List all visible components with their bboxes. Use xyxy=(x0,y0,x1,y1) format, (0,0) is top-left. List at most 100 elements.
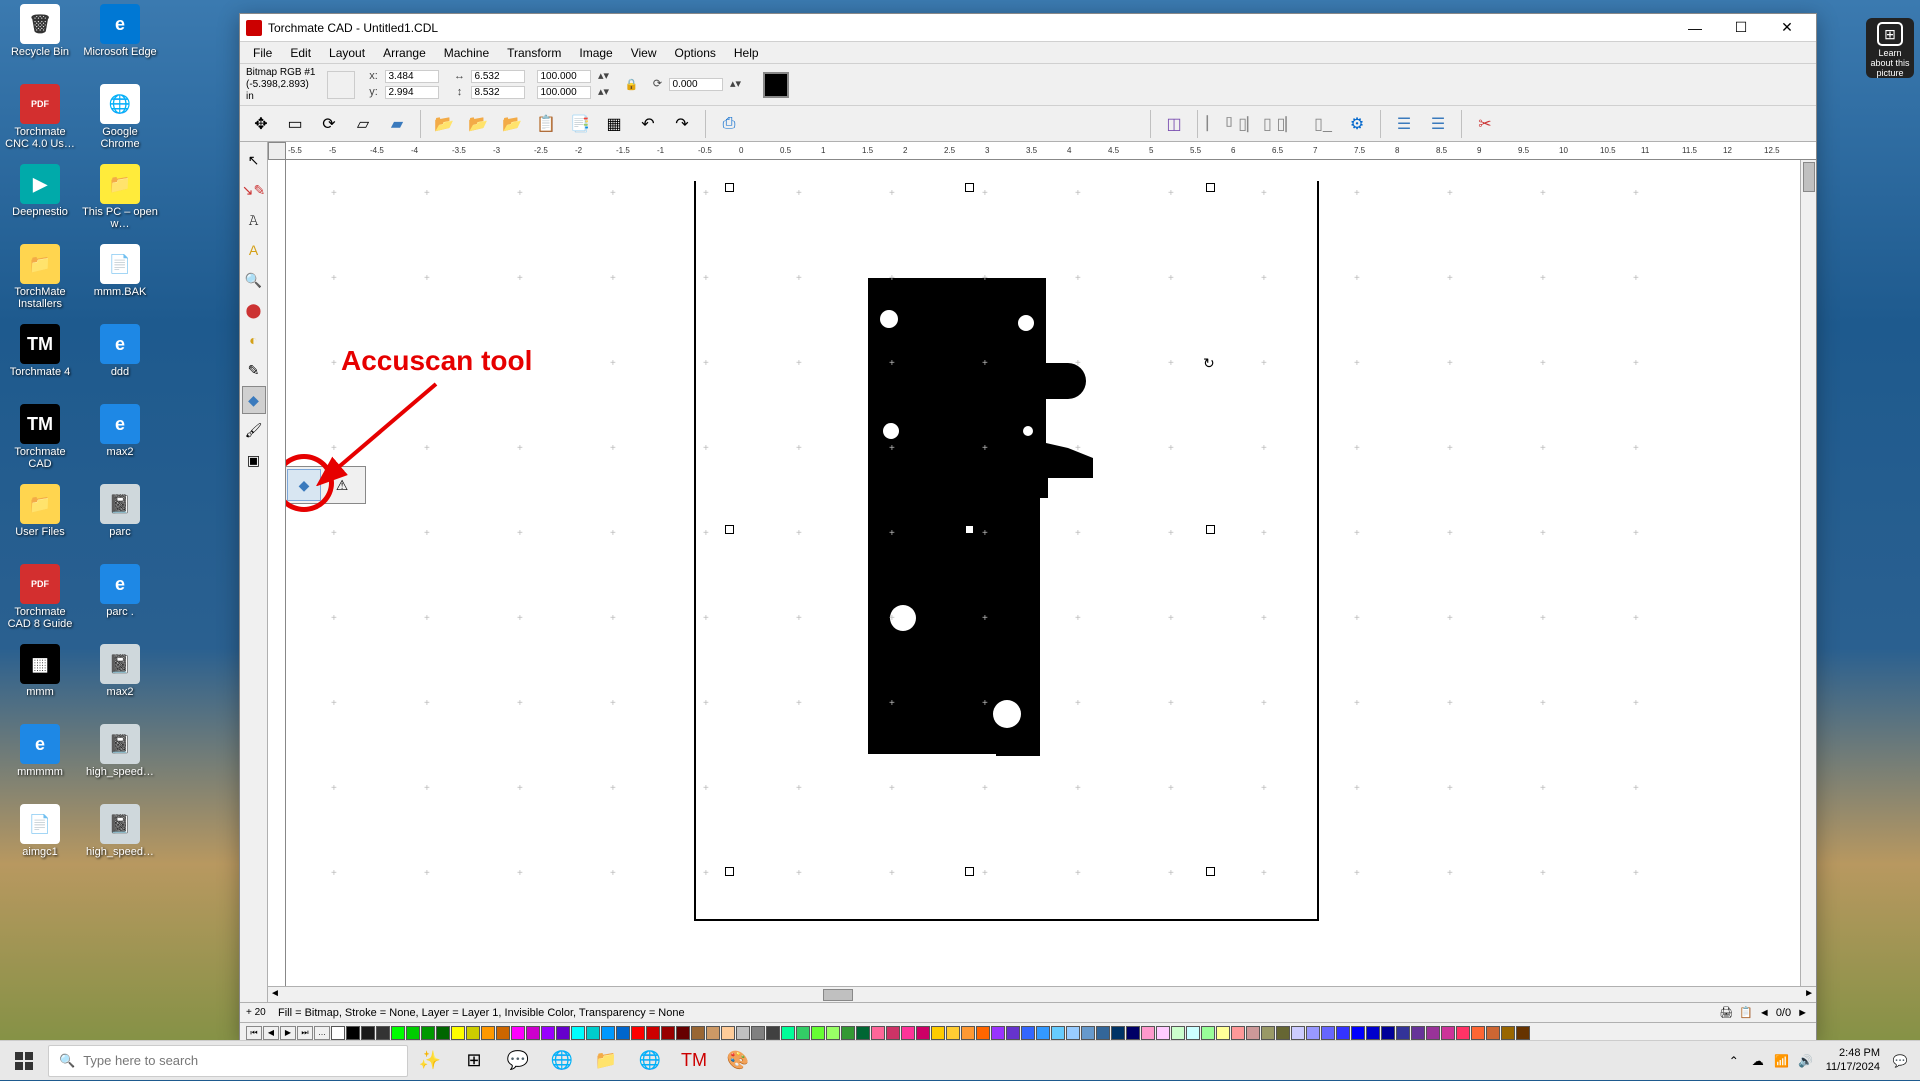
status-print-icon[interactable]: 🖨 xyxy=(1719,1006,1733,1019)
rotation-input[interactable] xyxy=(669,78,723,91)
color-swatch[interactable] xyxy=(1081,1026,1095,1040)
selection-tool-icon[interactable]: ↖ xyxy=(242,146,266,174)
color-swatch[interactable] xyxy=(1246,1026,1260,1040)
color-swatch[interactable] xyxy=(526,1026,540,1040)
measure-tool-icon[interactable]: 𝙰 xyxy=(242,206,266,234)
color-swatch[interactable] xyxy=(811,1026,825,1040)
undo-icon[interactable]: ↶ xyxy=(633,109,663,139)
desktop-icon[interactable]: 📁This PC – open w… xyxy=(82,162,158,238)
canvas[interactable]: ↻ ◆ ⚠ Accuscan tool ++++++++++++++++++++… xyxy=(286,160,1800,986)
align-left-icon[interactable]: ⎸▯ xyxy=(1206,109,1236,139)
color-swatch[interactable] xyxy=(1216,1026,1230,1040)
taskbar-torchmate-icon[interactable]: TM xyxy=(672,1041,716,1081)
color-swatch[interactable] xyxy=(1366,1026,1380,1040)
palette-more-icon[interactable]: … xyxy=(314,1026,330,1040)
move-tool-icon[interactable]: ✥ xyxy=(246,109,276,139)
paste-icon[interactable]: 📑 xyxy=(565,109,595,139)
color-swatch[interactable] xyxy=(1351,1026,1365,1040)
palette-first-icon[interactable]: ⏮ xyxy=(246,1026,262,1040)
desktop-icon[interactable]: eparc . xyxy=(82,562,158,638)
desktop-icon[interactable]: PDFTorchmate CNC 4.0 Us… xyxy=(2,82,78,158)
close-button[interactable]: ✕ xyxy=(1764,14,1810,42)
task-view-icon[interactable]: ⊞ xyxy=(452,1041,496,1081)
selection-handle-ml[interactable] xyxy=(725,525,734,534)
color-swatch[interactable] xyxy=(1096,1026,1110,1040)
color-swatch[interactable] xyxy=(691,1026,705,1040)
height-input[interactable] xyxy=(471,86,525,99)
import-icon[interactable]: 📂 xyxy=(429,109,459,139)
selection-handle-mr[interactable] xyxy=(1206,525,1215,534)
color-swatch[interactable] xyxy=(766,1026,780,1040)
color-swatch[interactable] xyxy=(586,1026,600,1040)
color-swatch[interactable] xyxy=(1156,1026,1170,1040)
horizontal-scrollbar[interactable]: ◄ ► xyxy=(268,986,1816,1002)
redo-icon[interactable]: ↷ xyxy=(667,109,697,139)
desktop-icon[interactable]: 📓high_speed… xyxy=(82,802,158,878)
open-icon[interactable]: 📂 xyxy=(497,109,527,139)
color-swatch[interactable] xyxy=(871,1026,885,1040)
bitmap-object[interactable] xyxy=(868,278,1093,758)
color-swatch[interactable] xyxy=(1306,1026,1320,1040)
color-swatch[interactable] xyxy=(931,1026,945,1040)
color-swatch[interactable] xyxy=(736,1026,750,1040)
desktop-icon[interactable]: TMTorchmate 4 xyxy=(2,322,78,398)
palette-next-icon[interactable]: ▶ xyxy=(280,1026,296,1040)
color-swatch[interactable] xyxy=(751,1026,765,1040)
anchor-grid-icon[interactable] xyxy=(327,71,355,99)
color-swatch[interactable] xyxy=(676,1026,690,1040)
menu-options[interactable]: Options xyxy=(666,44,725,62)
y-input[interactable] xyxy=(385,86,439,99)
color-swatch[interactable] xyxy=(1501,1026,1515,1040)
tray-volume-icon[interactable]: 🔊 xyxy=(1794,1041,1818,1081)
scan-tool-icon[interactable]: ◆ xyxy=(242,386,266,414)
color-swatch[interactable] xyxy=(1411,1026,1425,1040)
color-swatch[interactable] xyxy=(961,1026,975,1040)
color-swatch[interactable] xyxy=(1051,1026,1065,1040)
menu-transform[interactable]: Transform xyxy=(498,44,570,62)
color-swatch[interactable] xyxy=(721,1026,735,1040)
color-swatch[interactable] xyxy=(451,1026,465,1040)
color-swatch[interactable] xyxy=(1171,1026,1185,1040)
taskbar-chrome-icon[interactable]: 🌐 xyxy=(628,1041,672,1081)
color-swatch[interactable] xyxy=(556,1026,570,1040)
color-swatch[interactable] xyxy=(946,1026,960,1040)
scale-y-input[interactable] xyxy=(537,86,591,99)
status-copy-icon[interactable]: 📋 xyxy=(1739,1006,1753,1019)
desktop-icon[interactable]: 📁User Files xyxy=(2,482,78,558)
lock-aspect-icon[interactable]: 🔒 xyxy=(623,77,639,93)
menu-machine[interactable]: Machine xyxy=(435,44,498,62)
color-swatch[interactable] xyxy=(1321,1026,1335,1040)
fill-color-box[interactable] xyxy=(763,72,789,98)
desktop-icon[interactable]: emax2 xyxy=(82,402,158,478)
desktop-icon[interactable]: 🗑Recycle Bin xyxy=(2,2,78,78)
menu-edit[interactable]: Edit xyxy=(281,44,320,62)
color-swatch[interactable] xyxy=(1066,1026,1080,1040)
color-swatch[interactable] xyxy=(1201,1026,1215,1040)
color-swatch[interactable] xyxy=(1441,1026,1455,1040)
copilot-icon[interactable]: ✨ xyxy=(408,1041,452,1081)
desktop-icon[interactable]: emmmmm xyxy=(2,722,78,798)
color-swatch[interactable] xyxy=(1456,1026,1470,1040)
palette-prev-icon[interactable]: ◀ xyxy=(263,1026,279,1040)
color-swatch[interactable] xyxy=(421,1026,435,1040)
menu-arrange[interactable]: Arrange xyxy=(374,44,435,62)
color-swatch[interactable] xyxy=(511,1026,525,1040)
color-swatch[interactable] xyxy=(496,1026,510,1040)
color-swatch[interactable] xyxy=(826,1026,840,1040)
color-swatch[interactable] xyxy=(796,1026,810,1040)
color-swatch[interactable] xyxy=(1021,1026,1035,1040)
color-swatch[interactable] xyxy=(631,1026,645,1040)
color-swatch[interactable] xyxy=(361,1026,375,1040)
paint-tool-icon[interactable]: 🖌 xyxy=(242,416,266,444)
color-swatch[interactable] xyxy=(781,1026,795,1040)
taskbar-search[interactable]: 🔍 Type here to search xyxy=(48,1045,408,1077)
color-swatch[interactable] xyxy=(1336,1026,1350,1040)
color-swatch[interactable] xyxy=(1486,1026,1500,1040)
menu-help[interactable]: Help xyxy=(725,44,768,62)
color-swatch[interactable] xyxy=(1231,1026,1245,1040)
color-swatch[interactable] xyxy=(1426,1026,1440,1040)
tray-wifi-icon[interactable]: 📶 xyxy=(1770,1041,1794,1081)
width-input[interactable] xyxy=(471,70,525,83)
align-bottom-icon[interactable]: ▯_ xyxy=(1308,109,1338,139)
vertical-scrollbar[interactable] xyxy=(1800,160,1816,986)
